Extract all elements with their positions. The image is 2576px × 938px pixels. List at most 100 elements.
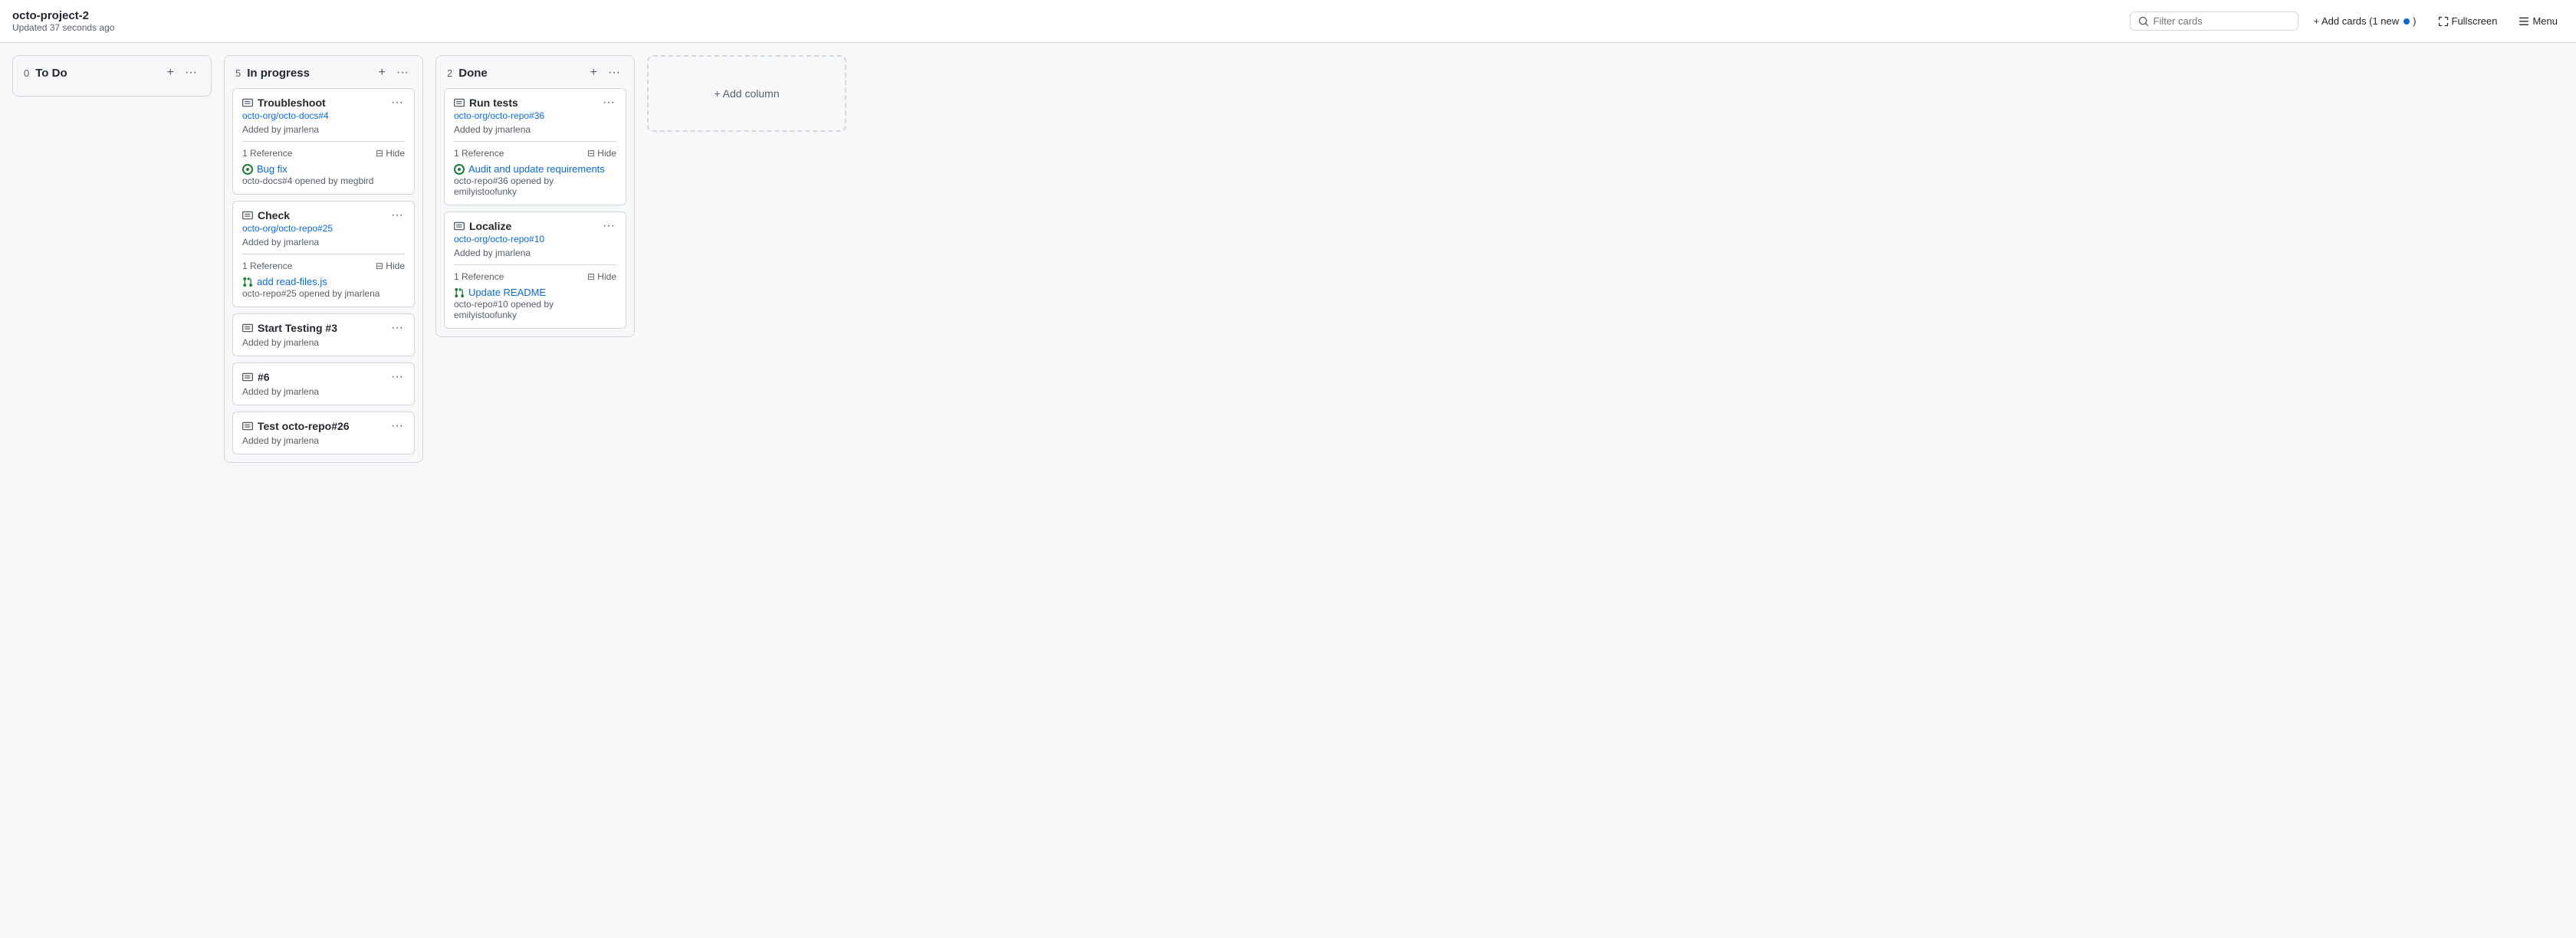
card-localize-title: Localize (469, 220, 511, 232)
search-icon (2138, 16, 2149, 27)
card-check-ref-count: 1 Reference (242, 261, 292, 271)
card-test-octo-added-by: Added by jmarlena (242, 435, 405, 446)
filter-cards-input[interactable] (2154, 15, 2290, 27)
todo-add-button[interactable]: + (164, 65, 177, 80)
card-check-issue-link[interactable]: add read-files.js (242, 276, 405, 287)
card-start-testing: Start Testing #3 ··· Added by jmarlena (232, 313, 415, 356)
card-localize: Localize ··· octo-org/octo-repo#10 Added… (444, 212, 626, 329)
done-cards-list: Run tests ··· octo-org/octo-repo#36 Adde… (436, 88, 634, 336)
card-localize-added-by: Added by jmarlena (454, 248, 616, 258)
card-troubleshoot-menu[interactable]: ··· (389, 97, 405, 109)
card-run-tests: Run tests ··· octo-org/octo-repo#36 Adde… (444, 88, 626, 205)
card-troubleshoot-issue: Bug fix octo-docs#4 opened by megbird (242, 163, 405, 186)
card-check-menu[interactable]: ··· (389, 209, 405, 221)
inprogress-add-button[interactable]: + (376, 65, 389, 80)
todo-cards-list (13, 88, 211, 96)
pr-open-icon (242, 277, 253, 287)
card-note-icon (242, 372, 253, 382)
board: 0 To Do + ··· 5 In progress + ··· (0, 43, 2576, 938)
header-right: + Add cards (1 new) Fullscreen Menu (2130, 11, 2564, 31)
card-check-added-by: Added by jmarlena (242, 237, 405, 248)
card-start-testing-title: Start Testing #3 (258, 322, 337, 334)
card-check-issue: add read-files.js octo-repo#25 opened by… (242, 276, 405, 299)
header-left: octo-project-2 Updated 37 seconds ago (12, 9, 114, 33)
done-add-button[interactable]: + (587, 65, 600, 80)
column-done-header: 2 Done + ··· (436, 56, 634, 88)
fullscreen-icon (2438, 16, 2449, 27)
pr-open-icon (454, 287, 465, 298)
column-todo: 0 To Do + ··· (12, 55, 212, 97)
card-localize-menu[interactable]: ··· (601, 220, 616, 232)
card-note-icon (242, 421, 253, 431)
issue-open-icon (242, 164, 253, 175)
card-run-tests-added-by: Added by jmarlena (454, 124, 616, 135)
done-count: 2 (447, 67, 452, 79)
card-note-icon (242, 210, 253, 221)
add-cards-button[interactable]: + Add cards (1 new) (2308, 12, 2423, 30)
card-check-title: Check (258, 209, 290, 221)
done-menu-button[interactable]: ··· (605, 65, 623, 80)
card-run-tests-hide[interactable]: ⊟ Hide (587, 148, 616, 159)
card-run-tests-issue-meta: octo-repo#36 opened by emilyistoofunky (454, 175, 616, 197)
new-badge (2404, 18, 2410, 25)
card-check-link[interactable]: octo-org/octo-repo#25 (242, 223, 405, 234)
card-check: Check ··· octo-org/octo-repo#25 Added by… (232, 201, 415, 307)
add-column-area[interactable]: + Add column (647, 55, 846, 132)
card-troubleshoot-issue-meta: octo-docs#4 opened by megbird (242, 175, 405, 186)
card-check-issue-meta: octo-repo#25 opened by jmarlena (242, 288, 405, 299)
card-test-octo: Test octo-repo#26 ··· Added by jmarlena (232, 412, 415, 454)
card-troubleshoot-hide[interactable]: ⊟ Hide (376, 148, 405, 159)
card-localize-issue-meta: octo-repo#10 opened by emilyistoofunky (454, 299, 616, 320)
add-column-label: + Add column (714, 87, 779, 100)
card-troubleshoot-link[interactable]: octo-org/octo-docs#4 (242, 110, 405, 121)
card-troubleshoot-issue-link[interactable]: Bug fix (242, 163, 405, 175)
card-localize-hide[interactable]: ⊟ Hide (587, 271, 616, 282)
fullscreen-button[interactable]: Fullscreen (2432, 12, 2504, 30)
column-todo-header: 0 To Do + ··· (13, 56, 211, 88)
card-start-testing-added-by: Added by jmarlena (242, 337, 405, 348)
card-run-tests-link[interactable]: octo-org/octo-repo#36 (454, 110, 616, 121)
project-title: octo-project-2 (12, 9, 114, 22)
inprogress-count: 5 (235, 67, 241, 79)
column-inprogress-header: 5 In progress + ··· (225, 56, 422, 88)
card-note-icon (242, 97, 253, 108)
card-test-octo-title: Test octo-repo#26 (258, 420, 350, 432)
inprogress-menu-button[interactable]: ··· (393, 65, 412, 80)
card-troubleshoot: Troubleshoot ··· octo-org/octo-docs#4 Ad… (232, 88, 415, 195)
card-run-tests-menu[interactable]: ··· (601, 97, 616, 109)
card-note-icon (242, 323, 253, 333)
inprogress-title: In progress (247, 67, 310, 80)
card-troubleshoot-ref-count: 1 Reference (242, 148, 292, 159)
card-6-menu[interactable]: ··· (389, 371, 405, 383)
card-localize-link[interactable]: octo-org/octo-repo#10 (454, 234, 616, 244)
card-6: #6 ··· Added by jmarlena (232, 362, 415, 405)
column-done: 2 Done + ··· Run tests ··· octo-org/octo… (435, 55, 635, 337)
card-run-tests-title: Run tests (469, 97, 518, 109)
card-6-title: #6 (258, 371, 270, 383)
card-note-icon (454, 97, 465, 108)
card-note-icon (454, 221, 465, 231)
card-troubleshoot-added-by: Added by jmarlena (242, 124, 405, 135)
card-start-testing-menu[interactable]: ··· (389, 322, 405, 334)
card-troubleshoot-title: Troubleshoot (258, 97, 326, 109)
todo-menu-button[interactable]: ··· (182, 65, 200, 80)
project-updated: Updated 37 seconds ago (12, 22, 114, 33)
card-localize-issue-link[interactable]: Update README (454, 287, 616, 298)
issue-open-icon (454, 164, 465, 175)
header: octo-project-2 Updated 37 seconds ago + … (0, 0, 2576, 43)
card-run-tests-ref-count: 1 Reference (454, 148, 504, 159)
card-6-added-by: Added by jmarlena (242, 386, 405, 397)
column-inprogress: 5 In progress + ··· Troubleshoot ··· oct… (224, 55, 423, 463)
search-box[interactable] (2130, 11, 2298, 31)
todo-title: To Do (35, 67, 67, 80)
card-check-hide[interactable]: ⊟ Hide (376, 261, 405, 271)
card-run-tests-issue: Audit and update requirements octo-repo#… (454, 163, 616, 197)
card-localize-issue: Update README octo-repo#10 opened by emi… (454, 287, 616, 320)
card-run-tests-issue-link[interactable]: Audit and update requirements (454, 163, 616, 175)
menu-icon (2518, 16, 2529, 27)
done-title: Done (458, 67, 488, 80)
card-test-octo-menu[interactable]: ··· (389, 420, 405, 432)
card-localize-ref-count: 1 Reference (454, 271, 504, 282)
todo-count: 0 (24, 67, 29, 79)
menu-button[interactable]: Menu (2512, 12, 2564, 30)
